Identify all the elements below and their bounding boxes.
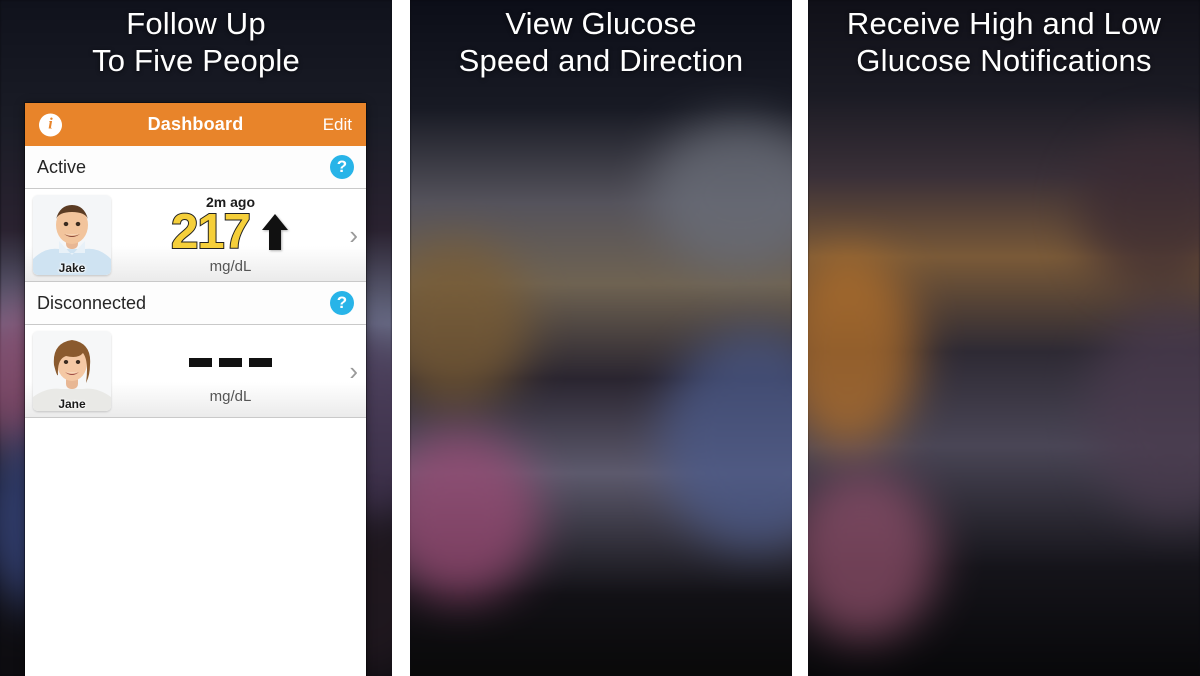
panel-divider [392, 0, 410, 676]
avatar: Jake [33, 195, 111, 275]
panel-divider [792, 0, 808, 676]
panel-background [808, 0, 1200, 676]
phone-screen-dashboard: i Dashboard Edit Active ? Jake 2m ago 21… [25, 103, 366, 676]
list-item-jane[interactable]: Jane mg/dL › [25, 325, 366, 418]
headline-line-2: To Five People [92, 42, 300, 78]
section-label: Disconnected [37, 292, 147, 313]
info-icon: i [39, 113, 62, 136]
glucose-value: 217 [170, 204, 252, 259]
panel-follow: Follow Up To Five People i Dashboard Edi… [0, 0, 392, 676]
chevron-right-icon[interactable]: › [349, 358, 358, 384]
section-header-disconnected: Disconnected ? [25, 282, 366, 325]
panel-trend: View Glucose Speed and Direction Jake [410, 0, 792, 676]
reading-block: 2m ago 217 mg/dL [111, 194, 366, 275]
chevron-right-icon[interactable]: › [349, 222, 358, 248]
arrow-up-icon [261, 214, 288, 251]
panel-headline: Follow Up To Five People [0, 6, 392, 79]
reading-block: mg/dL [111, 338, 366, 405]
headline-line-1: View Glucose [505, 6, 697, 41]
avatar: Jane [33, 331, 111, 411]
glucose-unit: mg/dL [209, 257, 252, 275]
info-button[interactable]: i [39, 113, 62, 136]
screenshot-stage: Follow Up To Five People i Dashboard Edi… [0, 0, 1200, 676]
headline-line-2: Glucose Notifications [856, 42, 1152, 78]
question-mark-icon[interactable]: ? [330, 291, 354, 315]
navbar-title: Dashboard [147, 114, 244, 134]
headline-line-2: Speed and Direction [458, 42, 744, 78]
avatar-name: Jane [58, 397, 86, 411]
edit-button[interactable]: Edit [323, 115, 352, 135]
glucose-value-placeholder [189, 357, 272, 367]
question-mark-icon[interactable]: ? [330, 155, 354, 179]
panel-notifications: Receive High and Low Glucose Notificatio… [808, 0, 1200, 676]
navbar-dashboard: i Dashboard Edit [25, 103, 366, 146]
avatar-name: Jake [58, 261, 86, 275]
panel-background [410, 0, 792, 676]
panel-headline: View Glucose Speed and Direction [410, 6, 792, 79]
section-header-active: Active ? [25, 146, 366, 189]
headline-line-1: Follow Up [126, 6, 266, 41]
panel-headline: Receive High and Low Glucose Notificatio… [808, 6, 1200, 79]
headline-line-1: Receive High and Low [846, 6, 1162, 41]
section-label: Active [37, 156, 87, 177]
glucose-unit: mg/dL [209, 387, 252, 405]
list-item-jake[interactable]: Jake 2m ago 217 mg/dL › [25, 189, 366, 282]
